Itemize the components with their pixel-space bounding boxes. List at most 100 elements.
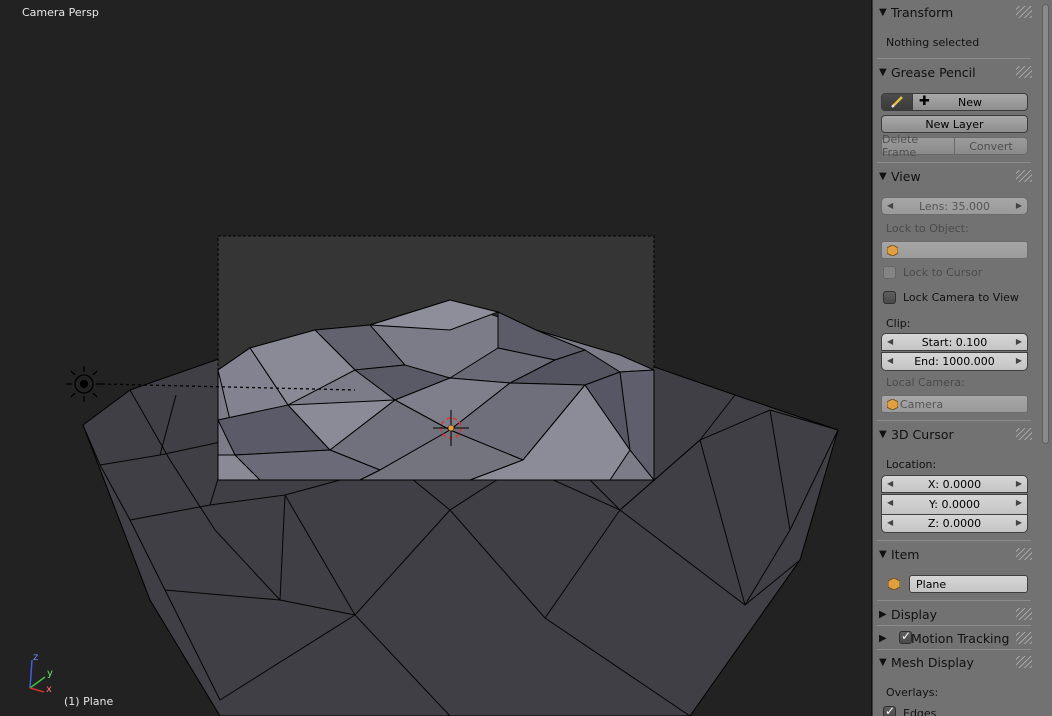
button-label: Delete Frame <box>882 133 919 159</box>
drag-grip-icon[interactable] <box>1016 608 1032 620</box>
lock-to-cursor-checkbox[interactable] <box>883 266 896 279</box>
lock-object-field[interactable] <box>881 241 1028 259</box>
transform-status: Nothing selected <box>886 36 980 49</box>
panel-title: Mesh Display <box>891 654 974 670</box>
lock-to-cursor-label: Lock to Cursor <box>903 266 983 279</box>
button-label: Convert <box>969 139 1013 153</box>
axis-gizmo <box>29 659 46 693</box>
divider <box>877 649 1031 650</box>
field-value: Plane <box>916 577 947 591</box>
new-grease-pencil-button[interactable]: ✚ New <box>912 93 1028 111</box>
panel-header-grease-pencil[interactable]: ▼ Grease Pencil <box>879 62 1029 82</box>
decrement-arrow-icon[interactable]: ◀ <box>887 356 893 365</box>
increment-arrow-icon[interactable]: ▶ <box>1016 201 1022 210</box>
decrement-arrow-icon[interactable]: ◀ <box>887 479 893 488</box>
active-object-label: (1) Plane <box>64 695 114 708</box>
panel-header-item[interactable]: ▼ Item <box>879 544 1029 564</box>
increment-arrow-icon[interactable]: ▶ <box>1016 337 1022 346</box>
3d-viewport[interactable]: z y x Camera Persp (1) Plane <box>0 0 872 716</box>
panel-title: Display <box>891 606 938 622</box>
edges-label: Edges <box>903 707 937 716</box>
edges-checkbox[interactable] <box>883 704 896 716</box>
axis-z-label: z <box>33 652 39 663</box>
panel-header-view[interactable]: ▼ View <box>879 166 1029 186</box>
divider <box>877 625 1031 626</box>
increment-arrow-icon[interactable]: ▶ <box>1016 356 1022 365</box>
divider <box>877 162 1031 163</box>
item-name-field[interactable]: Plane <box>909 575 1028 593</box>
expanded-triangle-icon: ▼ <box>879 548 887 560</box>
expanded-triangle-icon: ▼ <box>879 6 887 18</box>
field-value: Camera <box>900 397 944 411</box>
increment-arrow-icon[interactable]: ▶ <box>1016 518 1022 527</box>
collapsed-triangle-icon: ▶ <box>879 632 887 644</box>
expanded-triangle-icon: ▼ <box>879 66 887 78</box>
cursor-z-field[interactable]: ◀ Z: 0.0000 ▶ <box>881 514 1028 533</box>
expanded-triangle-icon: ▼ <box>879 428 887 440</box>
decrement-arrow-icon[interactable]: ◀ <box>887 201 893 210</box>
decrement-arrow-icon[interactable]: ◀ <box>887 518 893 527</box>
local-camera-field[interactable]: Camera <box>881 395 1028 413</box>
panel-header-3d-cursor[interactable]: ▼ 3D Cursor <box>879 424 1029 444</box>
divider <box>877 540 1031 541</box>
location-label: Location: <box>886 458 937 471</box>
panel-title: Transform <box>891 4 954 20</box>
increment-arrow-icon[interactable]: ▶ <box>1016 479 1022 488</box>
drag-grip-icon[interactable] <box>1016 66 1032 78</box>
sidebar-scrollbar[interactable] <box>1042 4 1049 444</box>
convert-button[interactable]: Convert <box>954 137 1028 155</box>
field-value: Lens: 35.000 <box>918 199 991 213</box>
viewport-title: Camera Persp <box>22 6 99 19</box>
lens-field[interactable]: ◀ Lens: 35.000 ▶ <box>881 197 1028 215</box>
scene-canvas[interactable] <box>0 0 872 716</box>
cursor-y-field[interactable]: ◀ Y: 0.0000 ▶ <box>881 494 1028 515</box>
field-value: Y: 0.0000 <box>929 498 980 511</box>
new-layer-button[interactable]: New Layer <box>881 115 1028 133</box>
field-value: End: 1000.000 <box>914 355 995 368</box>
clip-start-field[interactable]: ◀ Start: 0.100 ▶ <box>881 333 1028 351</box>
lock-camera-to-view-label: Lock Camera to View <box>903 291 1019 304</box>
button-label: New <box>958 95 982 109</box>
clip-label: Clip: <box>886 317 911 330</box>
expanded-triangle-icon: ▼ <box>879 656 887 668</box>
lock-to-object-label: Lock to Object: <box>886 222 969 235</box>
expanded-triangle-icon: ▼ <box>879 170 887 182</box>
drag-grip-icon[interactable] <box>1016 548 1032 560</box>
properties-sidebar[interactable]: ▼ Transform Nothing selected ▼ Grease Pe… <box>872 0 1052 716</box>
axis-y-label: y <box>47 668 53 679</box>
panel-header-mesh-display[interactable]: ▼ Mesh Display <box>879 652 1029 672</box>
panel-title: 3D Cursor <box>891 426 954 442</box>
clip-end-field[interactable]: ◀ End: 1000.000 ▶ <box>881 352 1028 371</box>
button-label: New Layer <box>925 117 984 131</box>
panel-header-transform[interactable]: ▼ Transform <box>879 2 1029 22</box>
drag-grip-icon[interactable] <box>1016 170 1032 182</box>
field-value: Start: 0.100 <box>921 335 988 349</box>
panel-title: View <box>891 168 921 184</box>
panel-title: Item <box>891 546 920 562</box>
panel-title: Motion Tracking <box>911 630 1010 646</box>
field-value: X: 0.0000 <box>927 477 982 491</box>
object-cube-icon <box>888 578 900 590</box>
divider <box>877 420 1031 421</box>
delete-frame-button[interactable]: Delete Frame <box>881 133 955 159</box>
drag-grip-icon[interactable] <box>1016 656 1032 668</box>
axis-x-label: x <box>46 684 52 695</box>
overlays-label: Overlays: <box>886 686 939 699</box>
collapsed-triangle-icon: ▶ <box>879 608 887 620</box>
decrement-arrow-icon[interactable]: ◀ <box>887 337 893 346</box>
drag-grip-icon[interactable] <box>1016 428 1032 440</box>
motion-tracking-checkbox[interactable] <box>899 629 912 644</box>
divider <box>877 600 1031 601</box>
cursor-x-field[interactable]: ◀ X: 0.0000 ▶ <box>881 475 1028 493</box>
decrement-arrow-icon[interactable]: ◀ <box>887 498 893 507</box>
local-camera-label: Local Camera: <box>886 376 965 389</box>
draw-pencil-button[interactable] <box>881 93 913 111</box>
drag-grip-icon[interactable] <box>1016 6 1032 18</box>
increment-arrow-icon[interactable]: ▶ <box>1016 498 1022 507</box>
panel-title: Grease Pencil <box>891 64 976 80</box>
object-cube-icon <box>887 245 898 256</box>
lock-camera-to-view-checkbox[interactable] <box>883 291 896 304</box>
panel-header-display[interactable]: ▶ Display <box>879 604 1029 624</box>
object-cube-icon <box>887 399 898 410</box>
drag-grip-icon[interactable] <box>1016 632 1032 644</box>
